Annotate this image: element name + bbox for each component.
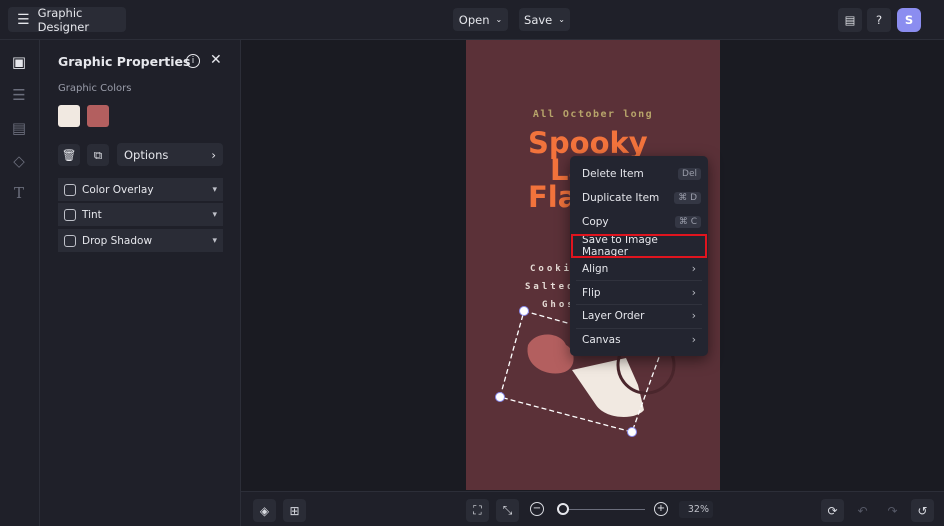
menu-item-canvas[interactable]: Canvas › [570,328,708,352]
zoom-out-icon[interactable]: − [530,502,544,516]
tint-label: Tint [82,208,102,221]
open-label: Open [458,12,490,27]
delete-shortcut: Del [678,167,701,180]
zoom-percent[interactable]: 32% [679,501,713,518]
chevron-right-icon: › [211,147,216,162]
save-label: Save [524,12,553,27]
menu-button[interactable]: ☰ Graphic Designer [8,5,126,34]
copy-label: Copy [582,215,609,228]
color-overlay-checkbox[interactable] [64,183,76,196]
menu-item-copy[interactable]: Copy ⌘ C [570,210,708,234]
panel-title: Graphic Properties [58,54,191,69]
undo-icon[interactable]: ↶ [851,499,874,522]
layer-order-label: Layer Order [582,309,645,322]
tint-checkbox[interactable] [64,208,76,221]
color-swatch-2[interactable] [87,105,109,127]
chevron-down-icon: ⌄ [558,15,565,24]
shapes-icon[interactable]: ◇ [10,152,28,170]
zoom-slider-thumb[interactable] [556,503,569,515]
resize-handle [495,392,505,402]
color-overlay-label: Color Overlay [82,183,154,196]
menu-item-save-to-image-manager[interactable]: Save to Image Manager [571,234,707,258]
chevron-right-icon: › [691,262,696,275]
resize-handle [519,306,529,316]
tint-row[interactable]: Tint ▾ [58,203,223,226]
help-icon[interactable]: ? [867,8,891,32]
drop-shadow-checkbox[interactable] [64,234,76,247]
context-menu: Delete Item Del Duplicate Item ⌘ D Copy ⌘ C… [570,156,708,356]
fit-screen-icon[interactable]: ⛶ [466,499,489,522]
avatar[interactable]: S [897,8,921,32]
flip-label: Flip [582,286,601,299]
graphic-properties-panel: Graphic Properties i ✕ Graphic Colors 🗑 … [40,40,241,526]
mug-shape [572,358,644,417]
chevron-down-icon[interactable]: ▾ [212,185,217,195]
open-button[interactable]: Open ⌄ [453,8,508,31]
copy-shortcut: ⌘ C [674,215,701,228]
zoom-in-icon[interactable]: + [654,502,668,516]
save-to-image-manager-label: Save to Image Manager [582,233,658,258]
delete-icon[interactable]: 🗑 [58,144,80,166]
save-button[interactable]: Save ⌄ [519,8,570,31]
menu-item-flip[interactable]: Flip › [570,281,708,305]
menu-item-align[interactable]: Align › [570,257,708,281]
drop-shadow-label: Drop Shadow [82,234,153,247]
color-swatch-1[interactable] [58,105,80,127]
chevron-down-icon[interactable]: ▾ [212,210,217,220]
grid-icon[interactable]: ⊞ [283,499,306,522]
info-icon[interactable]: i [186,54,200,68]
align-label: Align [582,262,609,275]
chevron-down-icon[interactable]: ▾ [212,236,217,246]
close-icon[interactable]: ✕ [210,52,222,68]
menu-item-duplicate[interactable]: Duplicate Item ⌘ D [570,186,708,210]
app-title: Graphic Designer [37,5,90,34]
zoom-slider-track[interactable] [557,509,645,510]
duplicate-icon[interactable]: ⧉ [87,144,109,166]
shrink-icon[interactable]: ⤡ [496,499,519,522]
chevron-right-icon: › [691,309,696,322]
options-button[interactable]: Options › [117,143,223,166]
duplicate-shortcut: ⌘ D [674,191,701,204]
chevron-right-icon: › [691,286,696,299]
options-label: Options [124,147,169,162]
menu-item-delete[interactable]: Delete Item Del [570,162,708,186]
image-icon[interactable]: ▣ [10,53,28,71]
redo-icon[interactable]: ↷ [881,499,904,522]
top-bar: ☰ Graphic Designer Open ⌄ Save ⌄ ▤ ? S [0,0,944,40]
avatar-initial: S [904,13,914,27]
menu-item-layer-order[interactable]: Layer Order › [570,304,708,328]
layout-icon[interactable]: ▤ [10,119,28,137]
blob-shape [527,334,574,374]
graphic-colors-label: Graphic Colors [58,83,132,94]
resize-handle [627,427,637,437]
canvas-label: Canvas [582,333,621,346]
layers-icon[interactable]: ◈ [253,499,276,522]
comments-icon[interactable]: ▤ [838,8,862,32]
chevron-right-icon: › [691,333,696,346]
duplicate-label: Duplicate Item [582,191,660,204]
bottom-toolbar: ◈ ⊞ ⛶ ⤡ − + 32% ⟳ ↶ ↷ ↺ [241,491,944,526]
color-overlay-row[interactable]: Color Overlay ▾ [58,178,223,201]
chevron-down-icon: ⌄ [495,15,503,24]
sync-icon[interactable]: ⟳ [821,499,844,522]
drop-shadow-row[interactable]: Drop Shadow ▾ [58,229,223,252]
tool-rail: ▣ ☰ ▤ ◇ T [0,40,40,526]
history-icon[interactable]: ↺ [911,499,934,522]
delete-label: Delete Item [582,167,644,180]
text-icon[interactable]: T [10,184,28,202]
hamburger-icon: ☰ [17,11,30,28]
sliders-icon[interactable]: ☰ [10,86,28,104]
